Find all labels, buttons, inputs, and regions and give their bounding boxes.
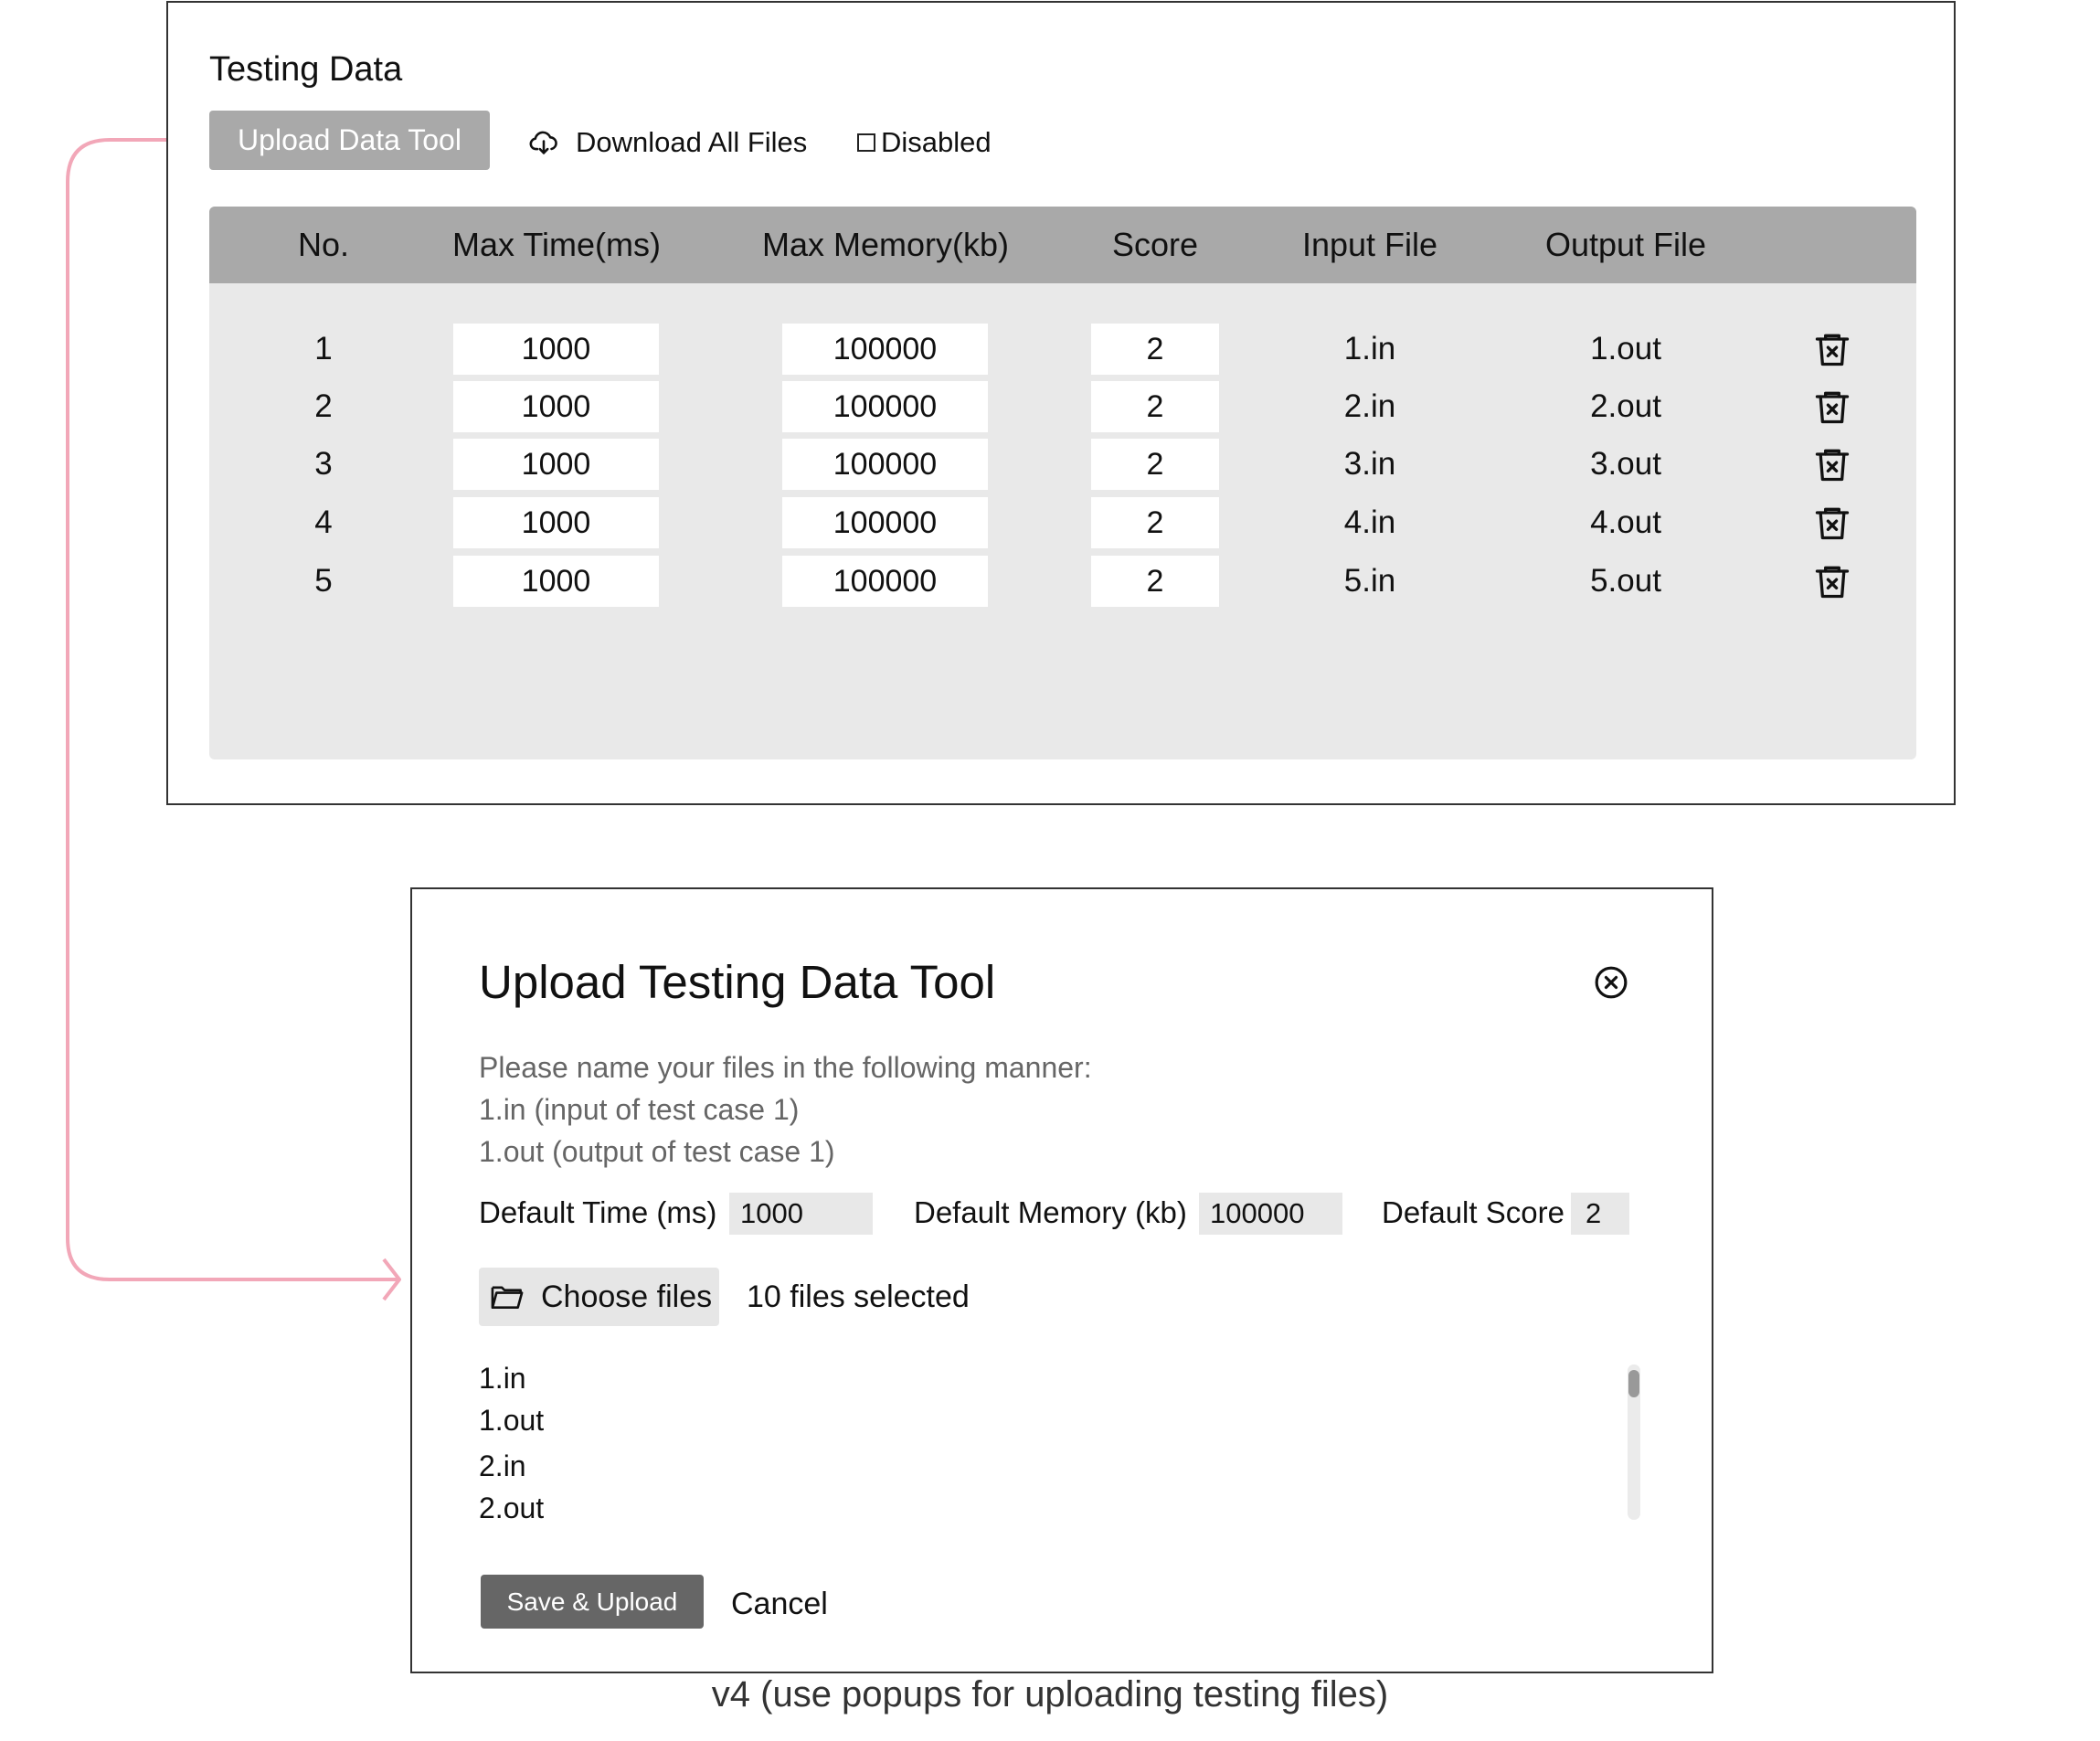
- default-score-label: Default Score: [1382, 1195, 1564, 1229]
- disabled-label: Disabled: [881, 126, 992, 158]
- column-header-max-memory: Max Memory(kb): [761, 226, 1010, 263]
- output-file-name: 1.out: [1590, 331, 1661, 366]
- download-all-files-label: Download All Files: [576, 126, 808, 158]
- download-all-files-link[interactable]: Download All Files: [528, 122, 807, 164]
- output-file-name: 5.out: [1590, 563, 1661, 599]
- cloud-download-icon: [529, 131, 557, 154]
- save-and-upload-button[interactable]: Save & Upload: [481, 1575, 704, 1629]
- max-memory-input[interactable]: [782, 381, 988, 432]
- table-row: 1 1.in 1.out: [209, 322, 1916, 377]
- score-input[interactable]: [1091, 497, 1219, 548]
- table-header: No. Max Time(ms) Max Memory(kb) Score In…: [209, 207, 1916, 283]
- file-list-item: 1.in: [479, 1362, 526, 1395]
- max-time-input[interactable]: [453, 439, 659, 490]
- choose-files-label: Choose files: [541, 1279, 713, 1314]
- file-list-item: 1.out: [479, 1404, 545, 1437]
- row-number: 2: [314, 388, 333, 424]
- naming-example-output: 1.out (output of test case 1): [479, 1135, 835, 1168]
- version-caption: v4 (use popups for uploading testing fil…: [711, 1674, 1389, 1714]
- close-circle-icon[interactable]: [1594, 965, 1628, 1000]
- input-file-name: 2.in: [1343, 388, 1396, 424]
- dialog-title: Upload Testing Data Tool: [479, 956, 996, 1008]
- default-time-input[interactable]: [729, 1193, 873, 1235]
- files-selected-count: 10 files selected: [747, 1279, 970, 1314]
- column-header-input-file: Input File: [1301, 226, 1438, 263]
- checkbox-box[interactable]: [857, 133, 875, 152]
- max-memory-input[interactable]: [782, 497, 988, 548]
- file-list-item: 2.out: [479, 1492, 545, 1524]
- trash-icon[interactable]: [1812, 503, 1852, 543]
- table-row: 4 4.in 4.out: [209, 495, 1916, 550]
- row-number: 5: [314, 563, 333, 599]
- disabled-checkbox[interactable]: Disabled: [857, 122, 992, 164]
- input-file-name: 3.in: [1343, 446, 1396, 482]
- file-list-item: 2.in: [479, 1449, 526, 1482]
- input-file-name: 4.in: [1343, 504, 1396, 540]
- naming-example-input: 1.in (input of test case 1): [479, 1093, 800, 1126]
- column-header-max-time: Max Time(ms): [452, 226, 661, 263]
- input-file-name: 1.in: [1343, 331, 1396, 366]
- section-title: Testing Data: [209, 50, 403, 89]
- default-time-label: Default Time (ms): [479, 1195, 717, 1229]
- folder-icon: [491, 1286, 524, 1310]
- score-input[interactable]: [1091, 324, 1219, 375]
- trash-icon[interactable]: [1812, 387, 1852, 427]
- output-file-name: 3.out: [1590, 446, 1661, 482]
- default-score-input[interactable]: [1571, 1193, 1629, 1235]
- scrollbar-thumb[interactable]: [1628, 1370, 1639, 1397]
- table-row: 3 3.in 3.out: [209, 437, 1916, 492]
- max-memory-input[interactable]: [782, 439, 988, 490]
- default-memory-label: Default Memory (kb): [914, 1195, 1187, 1229]
- naming-instruction: Please name your files in the following …: [479, 1051, 1092, 1084]
- row-number: 3: [314, 446, 333, 482]
- score-input[interactable]: [1091, 556, 1219, 607]
- output-file-name: 2.out: [1590, 388, 1661, 424]
- output-file-name: 4.out: [1590, 504, 1661, 540]
- score-input[interactable]: [1091, 381, 1219, 432]
- input-file-name: 5.in: [1343, 563, 1396, 599]
- score-input[interactable]: [1091, 439, 1219, 490]
- column-header-output-file: Output File: [1544, 226, 1707, 263]
- max-time-input[interactable]: [453, 381, 659, 432]
- choose-files-button[interactable]: Choose files: [479, 1268, 719, 1326]
- max-time-input[interactable]: [453, 556, 659, 607]
- column-header-no: No.: [297, 226, 350, 263]
- row-number: 1: [314, 331, 333, 366]
- row-number: 4: [314, 504, 333, 540]
- max-time-input[interactable]: [453, 497, 659, 548]
- trash-icon[interactable]: [1812, 329, 1852, 369]
- column-header-score: Score: [1111, 226, 1199, 263]
- table-row: 5 5.in 5.out: [209, 554, 1916, 609]
- max-memory-input[interactable]: [782, 556, 988, 607]
- testing-data-table: No. Max Time(ms) Max Memory(kb) Score In…: [209, 207, 1916, 759]
- cancel-button[interactable]: Cancel: [731, 1587, 828, 1622]
- default-memory-input[interactable]: [1199, 1193, 1342, 1235]
- trash-icon[interactable]: [1812, 444, 1852, 484]
- max-time-input[interactable]: [453, 324, 659, 375]
- max-memory-input[interactable]: [782, 324, 988, 375]
- table-row: 2 2.in 2.out: [209, 379, 1916, 434]
- trash-icon[interactable]: [1812, 561, 1852, 601]
- upload-data-tool-button[interactable]: Upload Data Tool: [209, 111, 490, 170]
